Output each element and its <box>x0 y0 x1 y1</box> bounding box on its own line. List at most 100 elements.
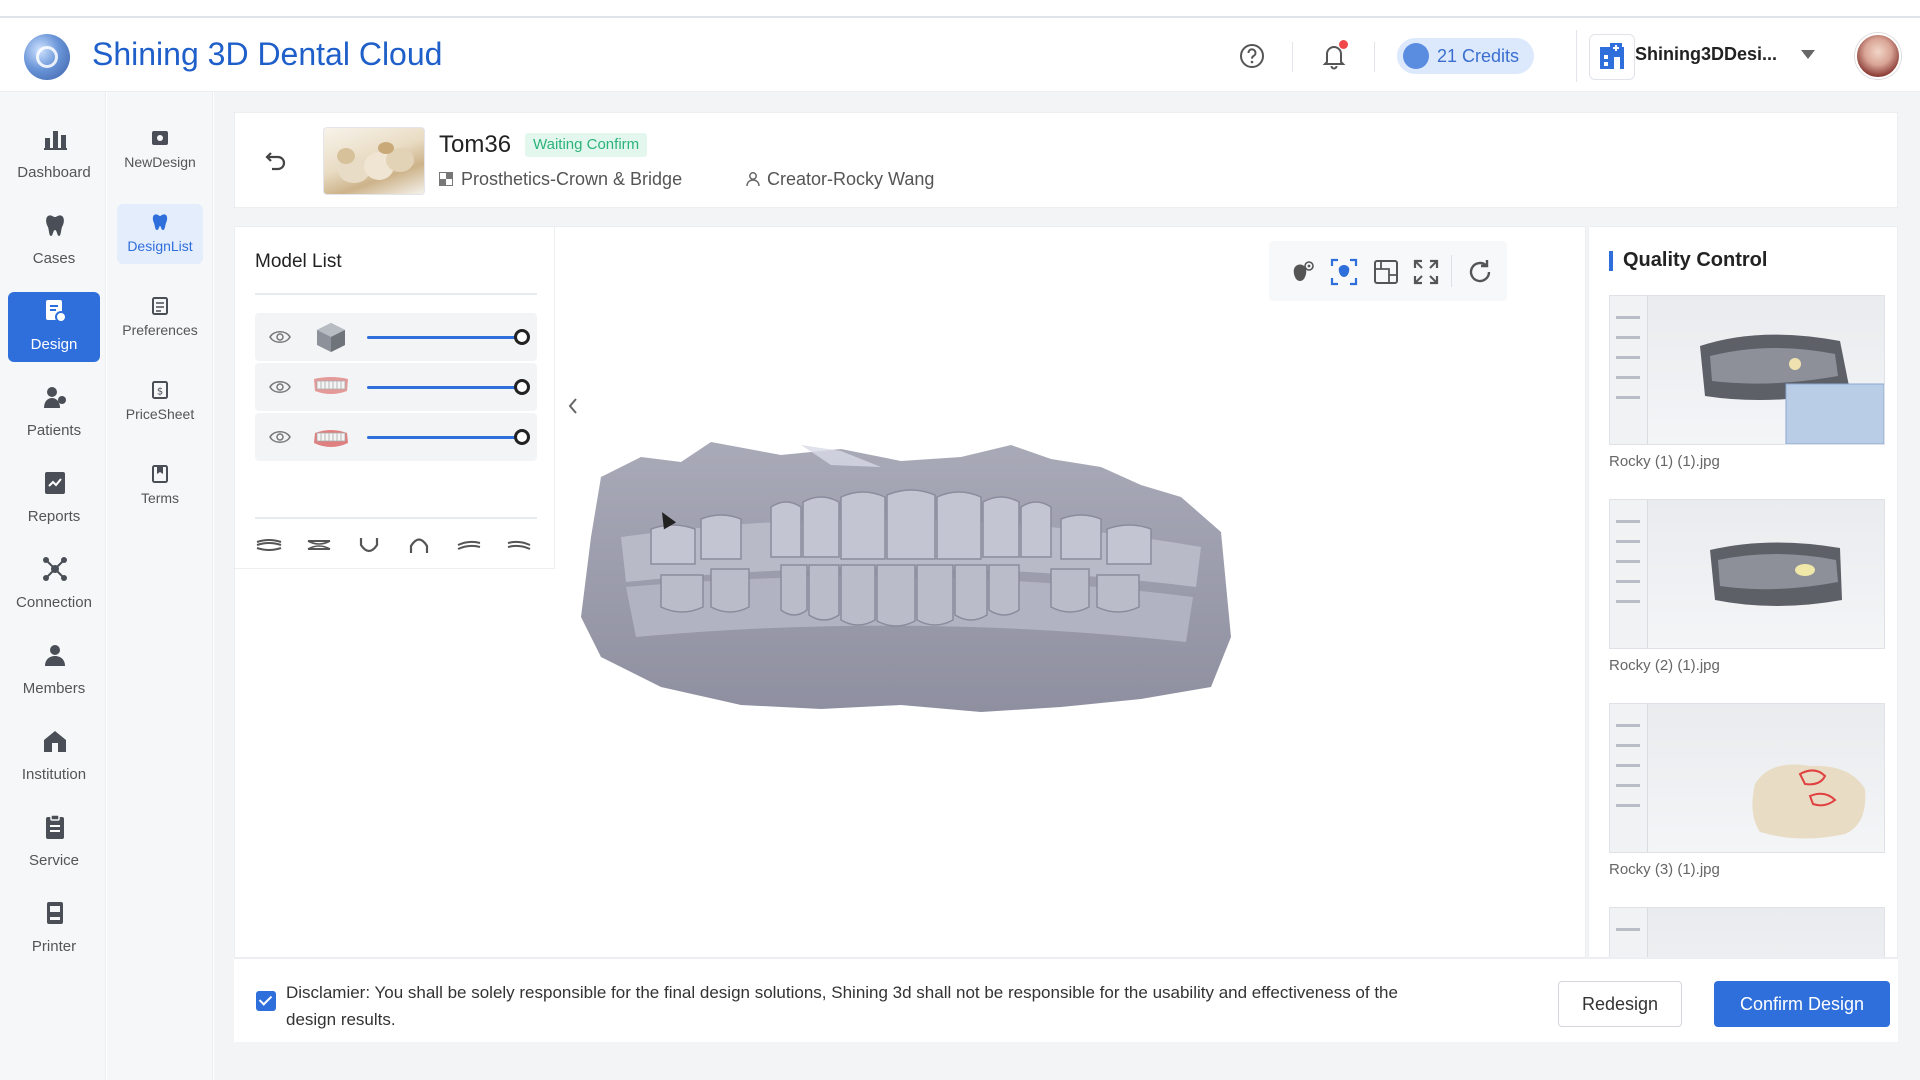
main-sidebar: Dashboard Cases Design Patients Reports … <box>0 92 106 1080</box>
app-title: Shining 3D Dental Cloud <box>92 36 443 72</box>
nav-design[interactable]: Design <box>8 292 100 362</box>
view-bottom-icon[interactable] <box>355 535 383 555</box>
opacity-slider-track[interactable] <box>367 336 522 339</box>
help-icon[interactable] <box>1236 40 1268 72</box>
opacity-slider-handle[interactable] <box>514 329 530 345</box>
case-thumbnail[interactable] <box>323 127 425 195</box>
avatar[interactable] <box>1855 33 1901 79</box>
main-content: Tom36 Waiting Confirm Prosthetics-Crown … <box>214 92 1920 1080</box>
collapse-panel-icon[interactable] <box>565 395 581 417</box>
eye-icon[interactable] <box>269 329 291 345</box>
design-subnav: NewDesign DesignList Preferences $ Price… <box>107 92 213 1080</box>
printer-icon <box>47 902 63 924</box>
lower-jaw-model-icon <box>314 430 348 447</box>
svg-text:$: $ <box>157 387 163 398</box>
quality-control-title: Quality Control <box>1609 249 1767 272</box>
fullscreen-icon[interactable] <box>1411 257 1441 287</box>
qc-image-caption: Rocky (2) (1).jpg <box>1609 657 1720 674</box>
qc-image[interactable] <box>1609 499 1885 649</box>
opacity-slider-handle[interactable] <box>514 379 530 395</box>
subnav-newdesign[interactable]: NewDesign <box>117 120 203 180</box>
toolbar-divider <box>1451 255 1452 287</box>
chevron-down-icon <box>1801 50 1815 59</box>
members-icon <box>45 645 65 666</box>
confirm-footer: Disclamier: You shall be solely responsi… <box>234 958 1898 1042</box>
view-back-icon[interactable] <box>305 535 333 555</box>
view-right-icon[interactable] <box>505 535 533 555</box>
view-top-icon[interactable] <box>405 535 433 555</box>
nav-connection[interactable]: Connection <box>8 550 100 620</box>
eye-icon[interactable] <box>269 429 291 445</box>
nav-cases[interactable]: Cases <box>8 206 100 276</box>
design-icon <box>46 300 67 323</box>
nav-reports[interactable]: Reports <box>8 464 100 534</box>
top-border <box>0 0 1920 18</box>
connection-icon <box>43 557 67 581</box>
3d-viewer[interactable]: Model List <box>234 226 1586 958</box>
model-row <box>255 413 537 461</box>
layers-icon[interactable] <box>1371 257 1401 287</box>
notification-button[interactable] <box>1318 40 1350 72</box>
grid-icon <box>439 172 453 186</box>
hospital-icon <box>1589 34 1635 80</box>
case-creator: Creator-Rocky Wang <box>745 169 934 190</box>
undo-back-icon[interactable] <box>263 147 289 173</box>
nav-dashboard[interactable]: Dashboard <box>8 120 100 190</box>
refresh-icon[interactable] <box>1465 257 1495 287</box>
case-name: Tom36 <box>439 131 512 158</box>
subnav-terms[interactable]: Terms <box>117 456 203 516</box>
model-row <box>255 363 537 411</box>
price-sheet-icon: $ <box>152 381 168 399</box>
qc-image-caption: Rocky (1) (1).jpg <box>1609 453 1720 470</box>
opacity-slider-track[interactable] <box>367 436 522 439</box>
nav-printer[interactable]: Printer <box>8 894 100 964</box>
dental-3d-model[interactable] <box>581 437 1241 727</box>
viewer-toolbar <box>1269 241 1507 301</box>
patients-icon <box>44 387 66 408</box>
credits-text: 21 Credits <box>1437 46 1520 66</box>
header-divider <box>1374 42 1375 72</box>
org-name: Shining3DDesi... <box>1635 44 1778 64</box>
header-divider <box>1292 42 1293 72</box>
redesign-button[interactable]: Redesign <box>1558 981 1682 1027</box>
subnav-preferences[interactable]: Preferences <box>117 288 203 348</box>
eye-icon[interactable] <box>269 379 291 395</box>
nav-patients[interactable]: Patients <box>8 378 100 448</box>
diamond-icon <box>1403 43 1429 69</box>
quality-control-panel: Quality Control Rocky (1) (1).jpg Rocky … <box>1588 226 1898 958</box>
divider <box>255 293 537 295</box>
disclaimer-text: Disclamier: You shall be solely responsi… <box>286 983 1398 1029</box>
subnav-designlist[interactable]: DesignList <box>117 204 203 264</box>
reports-icon <box>45 472 65 494</box>
qc-image[interactable] <box>1609 295 1885 445</box>
app-header: Shining 3D Dental Cloud 21 Credits Shini… <box>0 20 1920 92</box>
case-header: Tom36 Waiting Confirm Prosthetics-Crown … <box>234 112 1898 208</box>
opacity-slider-track[interactable] <box>367 386 522 389</box>
tooth-icon <box>46 215 64 236</box>
nav-institution[interactable]: Institution <box>8 722 100 792</box>
upper-jaw-model-icon <box>314 377 348 394</box>
view-front-icon[interactable] <box>255 535 283 555</box>
bar-chart-icon <box>44 131 67 150</box>
disclaimer-checkbox[interactable] <box>256 991 276 1011</box>
design-list-icon <box>152 214 168 230</box>
org-switcher[interactable]: Shining3DDesi... <box>1576 30 1826 82</box>
subnav-pricesheet[interactable]: $ PriceSheet <box>117 372 203 432</box>
institution-icon <box>44 731 66 752</box>
new-design-icon <box>152 131 168 145</box>
model-row <box>255 313 537 361</box>
focus-select-icon[interactable] <box>1329 257 1359 287</box>
eye-toggle-icon[interactable] <box>1287 257 1317 287</box>
opacity-slider-handle[interactable] <box>514 429 530 445</box>
confirm-design-button[interactable]: Confirm Design <box>1714 981 1890 1027</box>
qc-image[interactable] <box>1609 703 1885 853</box>
qc-image[interactable] <box>1609 907 1885 957</box>
user-icon <box>746 172 760 187</box>
nav-members[interactable]: Members <box>8 636 100 706</box>
nav-service[interactable]: Service <box>8 808 100 878</box>
credits-badge[interactable]: 21 Credits <box>1397 38 1534 74</box>
case-type: Prosthetics-Crown & Bridge <box>439 169 682 190</box>
terms-icon <box>152 465 168 483</box>
status-badge: Waiting Confirm <box>525 133 648 157</box>
view-left-icon[interactable] <box>455 535 483 555</box>
